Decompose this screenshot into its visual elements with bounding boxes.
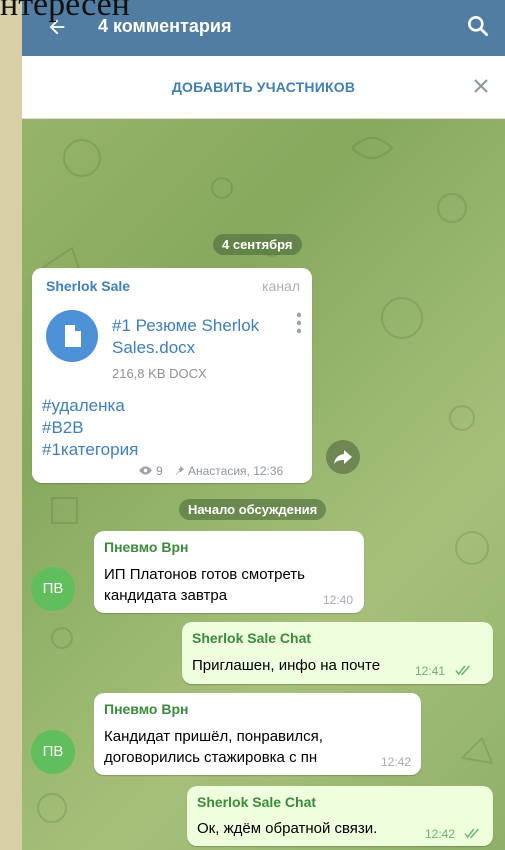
close-icon[interactable]	[471, 76, 491, 96]
message-line-2: кандидата завтра	[104, 587, 228, 604]
channel-post-bubble[interactable]: Sherlok Sale канал #1 Резюме Sherlok Sal…	[32, 268, 312, 483]
message-bubble-outgoing[interactable]: Sherlok Sale Chat Ок, ждём обратной связ…	[187, 786, 493, 846]
discussion-start-label: Начало обсуждения	[179, 499, 327, 520]
message-text: Ок, ждём обратной связи.	[197, 820, 378, 837]
views-eye-icon	[139, 466, 152, 475]
file-name[interactable]: #1 Резюме Sherlok Sales.docx	[112, 315, 282, 359]
file-size: 216,8 KB DOCX	[112, 366, 207, 381]
hashtag-b2b[interactable]: #B2B	[42, 418, 84, 438]
message-time: 12:41	[415, 664, 446, 678]
post-sender[interactable]: Sherlok Sale	[46, 278, 130, 294]
file-name-line2: Sales.docx	[112, 338, 196, 357]
document-file-icon[interactable]	[46, 310, 98, 362]
message-line-1: Кандидат пришёл, понравился,	[104, 728, 323, 745]
message-time: 12:42	[381, 755, 412, 769]
message-sender[interactable]: Sherlok Sale Chat	[197, 794, 316, 810]
channel-label: канал	[262, 278, 300, 294]
read-checkmarks-icon	[464, 828, 479, 839]
overlay-caption: нтересен	[0, 0, 130, 23]
message-bubble[interactable]: Пневмо Врн ИП Платонов готов смотреть ка…	[94, 531, 364, 613]
telegram-comments-screen: 4 комментария ДОБАВИТЬ УЧАСТНИКОВ 4 сент…	[22, 0, 505, 850]
message-time: 12:42	[425, 827, 456, 841]
hashtag-category[interactable]: #1категория	[42, 440, 138, 460]
more-options-icon[interactable]	[296, 312, 302, 334]
message-bubble-outgoing[interactable]: Sherlok Sale Chat Приглашен, инфо на поч…	[182, 622, 493, 684]
message-sender[interactable]: Пневмо Врн	[104, 539, 188, 555]
message-line-2: договорились стажировка с пн	[104, 749, 318, 766]
add-participants-bar: ДОБАВИТЬ УЧАСТНИКОВ	[22, 56, 505, 119]
read-checkmarks-icon	[455, 665, 470, 676]
message-sender[interactable]: Sherlok Sale Chat	[192, 630, 311, 646]
avatar[interactable]: ПВ	[31, 730, 75, 774]
date-separator: 4 сентября	[213, 234, 302, 255]
message-time: 12:40	[323, 593, 354, 607]
views-count: 9	[156, 464, 163, 478]
message-bubble[interactable]: Пневмо Врн Кандидат пришёл, понравился, …	[94, 693, 421, 775]
pin-icon	[175, 465, 185, 476]
avatar[interactable]: ПВ	[31, 567, 75, 611]
hashtag-remote[interactable]: #удаленка	[42, 396, 125, 416]
message-text: Приглашен, инфо на почте	[192, 657, 381, 674]
add-participants-button[interactable]: ДОБАВИТЬ УЧАСТНИКОВ	[22, 79, 505, 95]
file-name-line1: #1 Резюме Sherlok	[112, 316, 260, 335]
message-line-1: ИП Платонов готов смотреть	[104, 566, 305, 583]
message-sender[interactable]: Пневмо Врн	[104, 701, 188, 717]
post-author-time: Анастасия, 12:36	[188, 464, 284, 478]
share-arrow-icon	[334, 450, 352, 464]
share-button[interactable]	[326, 440, 360, 474]
search-icon[interactable]	[465, 13, 491, 39]
